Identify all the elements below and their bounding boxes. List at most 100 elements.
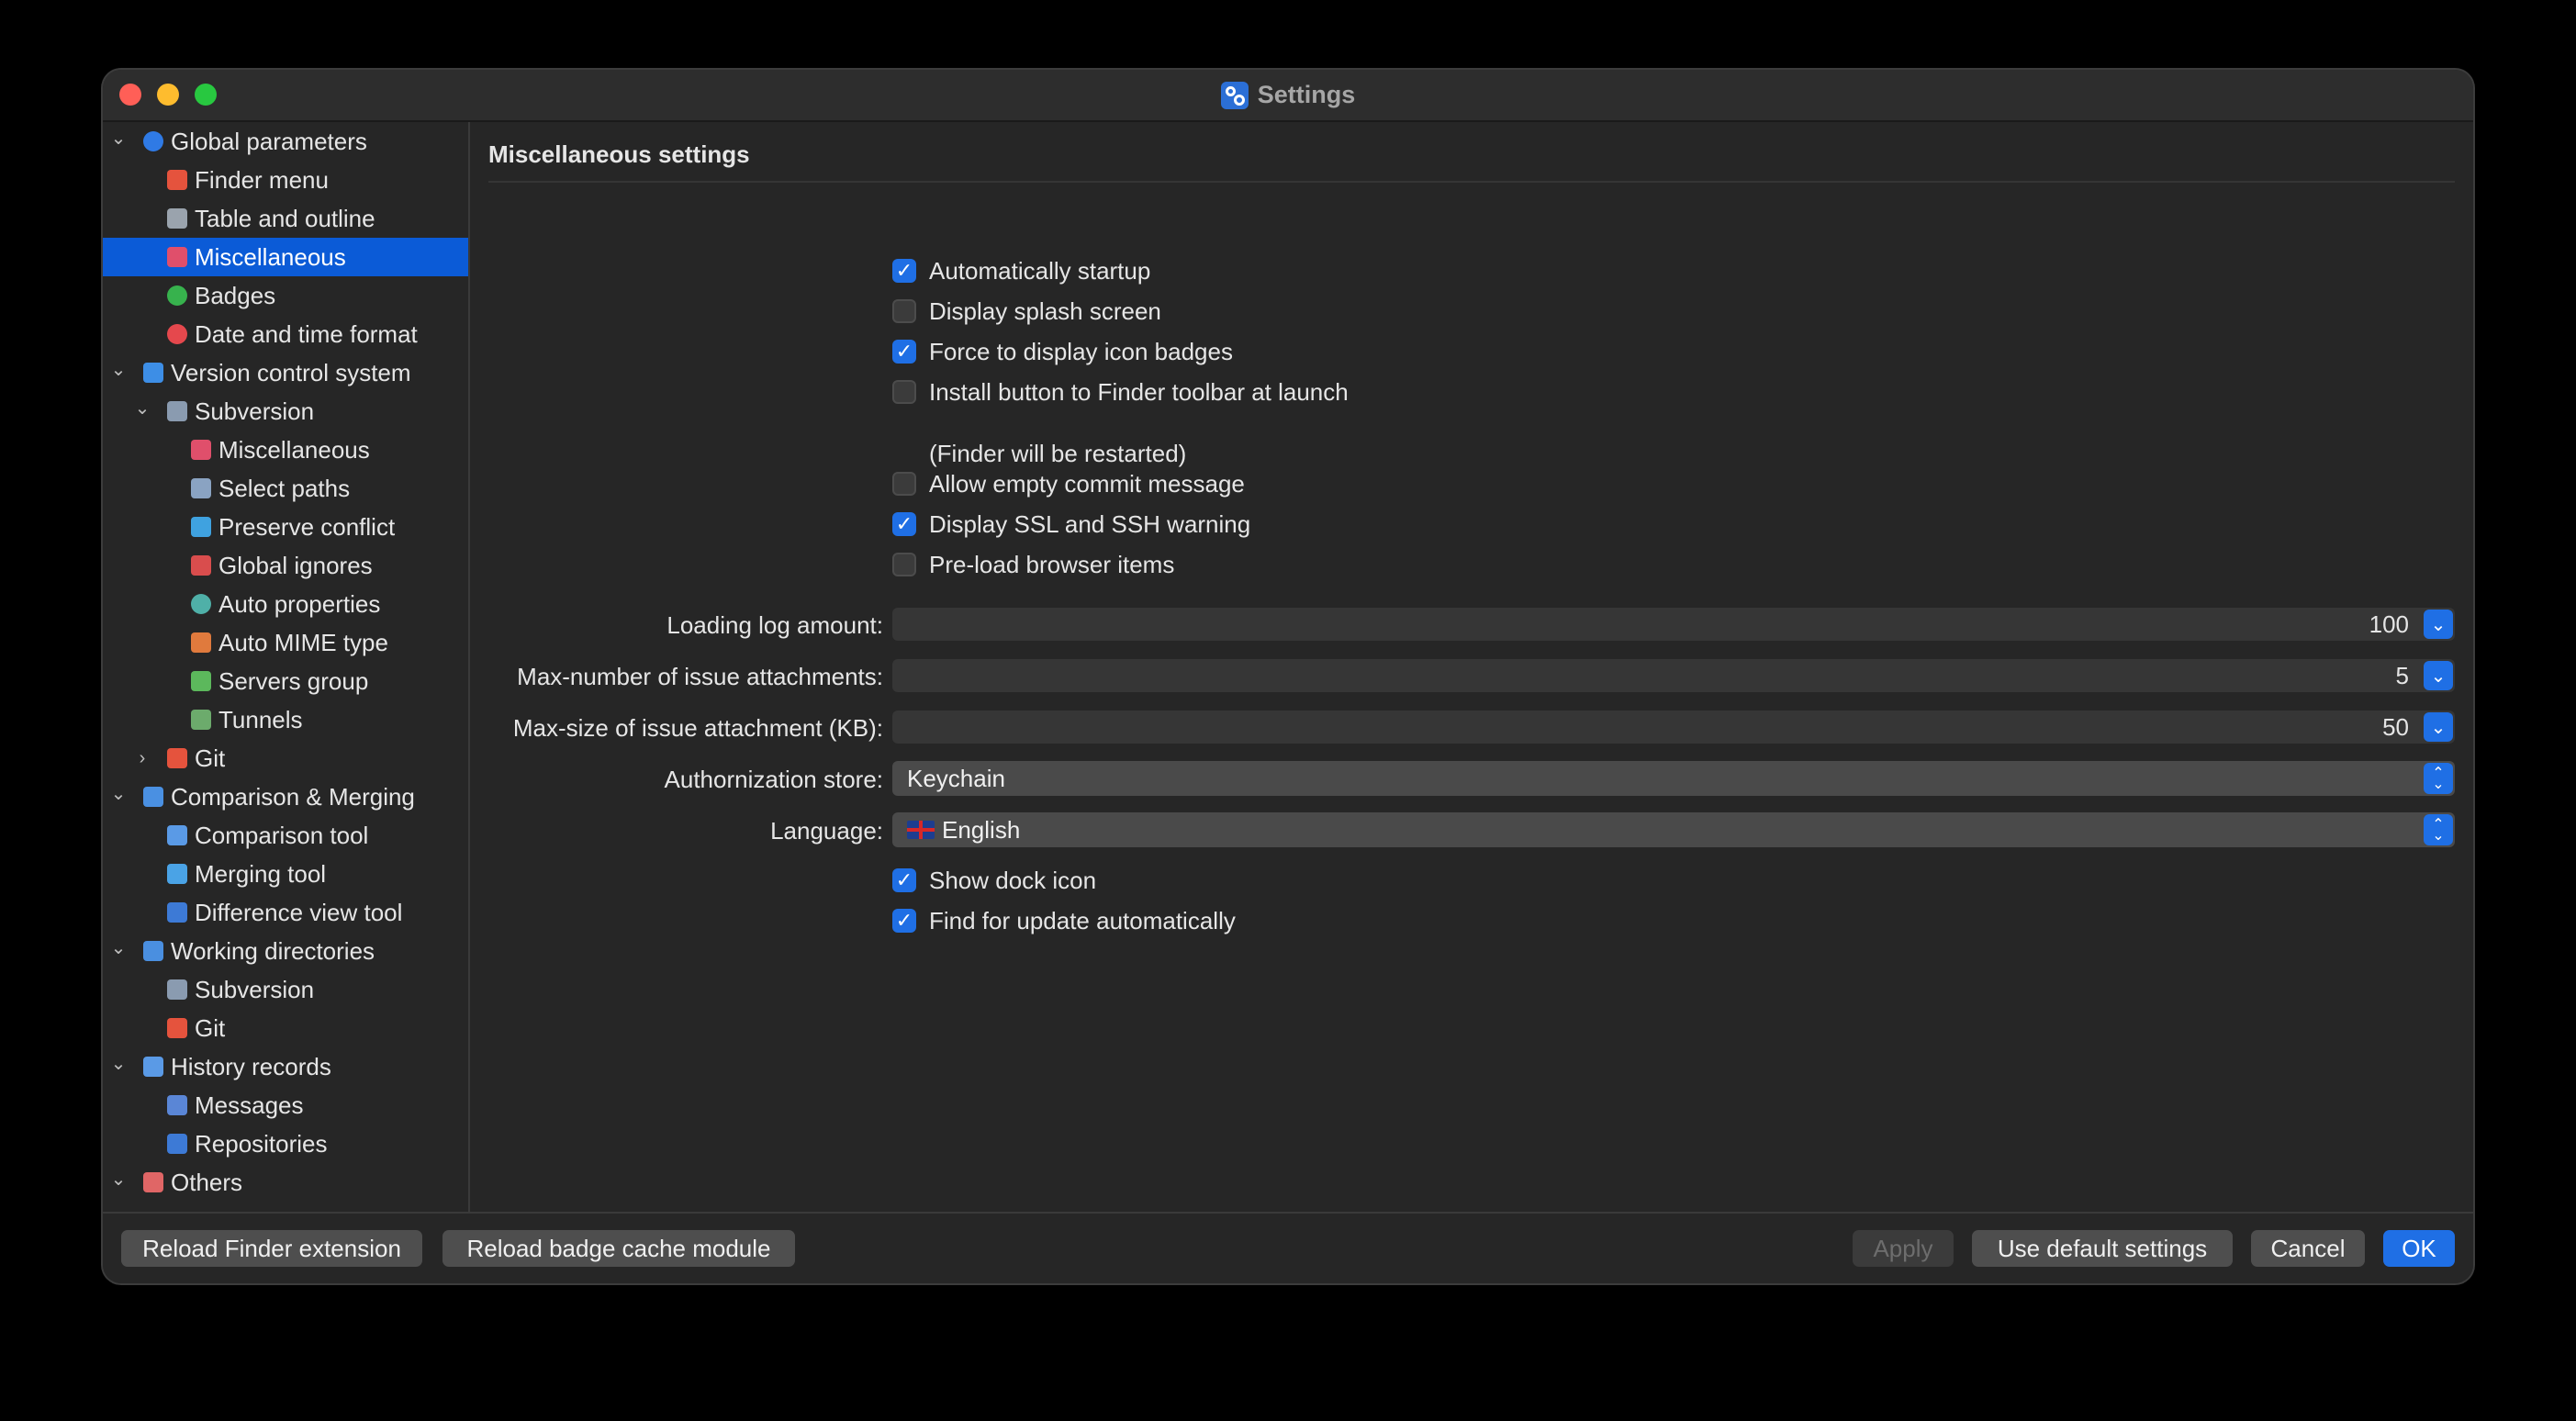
use-default-settings-button[interactable]: Use default settings — [1972, 1230, 2233, 1267]
chevron-down-icon[interactable]: ⌄ — [108, 1169, 129, 1190]
sidebar-item[interactable]: Table and outline — [103, 199, 468, 238]
show-dock-icon-checkbox[interactable] — [892, 868, 916, 892]
preload-browser-items-checkbox[interactable] — [892, 553, 916, 576]
allow-empty-commit-checkbox[interactable] — [892, 472, 916, 496]
allow-empty-commit-checkbox-row[interactable]: Allow empty commit message — [892, 465, 1245, 502]
cancel-button[interactable]: Cancel — [2251, 1230, 2365, 1267]
chevron-down-icon[interactable]: ⌄ — [108, 937, 129, 958]
loading-log-amount-field[interactable]: 100 ⌄ — [892, 608, 2455, 641]
ok-button[interactable]: OK — [2383, 1230, 2455, 1267]
chevron-down-icon[interactable]: ⌄ — [108, 1053, 129, 1074]
sidebar-item-label: Git — [195, 1013, 226, 1042]
authorization-store-value: Keychain — [907, 764, 1005, 792]
sidebar-item[interactable]: Difference view tool — [103, 893, 468, 932]
sidebar-item[interactable]: ⌄ Working directories — [103, 932, 468, 970]
show-dock-icon-checkbox-row[interactable]: Show dock icon — [892, 862, 1096, 899]
sidebar-item[interactable]: Date and time format — [103, 315, 468, 353]
sidebar-item-label: Subversion — [195, 397, 315, 425]
sidebar-item-label: Version control system — [171, 358, 411, 386]
force-icon-badges-checkbox-row[interactable]: Force to display icon badges — [892, 333, 1233, 370]
chevron-right-icon[interactable]: › — [132, 748, 152, 768]
sidebar-item[interactable]: Servers group — [103, 662, 468, 700]
sidebar-item[interactable]: ⌄ Others — [103, 1163, 468, 1202]
chevron-down-icon[interactable]: ⌄ — [108, 359, 129, 380]
sidebar-item[interactable]: Finder menu — [103, 161, 468, 199]
zoom-window-button[interactable] — [195, 84, 217, 106]
sidebar-item-label: Others — [171, 1168, 243, 1196]
sidebar-item[interactable]: Global ignores — [103, 546, 468, 585]
window-title-group: Settings — [1220, 81, 1355, 109]
sidebar-item[interactable]: Preserve conflict — [103, 508, 468, 546]
sidebar-item[interactable]: Git — [103, 1009, 468, 1047]
apply-button[interactable]: Apply — [1853, 1230, 1954, 1267]
sidebar-item-label: Select paths — [218, 474, 351, 502]
vcs-icon — [143, 363, 163, 383]
max-attachment-size-field[interactable]: 50 ⌄ — [892, 710, 2455, 744]
display-splash-screen-checkbox[interactable] — [892, 299, 916, 323]
chevron-down-icon[interactable]: ⌄ — [108, 128, 129, 149]
language-value: English — [942, 815, 1021, 844]
settings-tree: ⌄ Global parameters Finder menu Table and o… — [103, 122, 468, 1202]
sidebar-item[interactable]: ⌄ History records — [103, 1047, 468, 1086]
auto-properties-icon — [191, 594, 211, 614]
sidebar-item[interactable]: Badges — [103, 276, 468, 315]
preserve-conflict-icon — [191, 517, 211, 537]
authorization-store-popup[interactable]: Keychain ⌃ ⌄ — [892, 761, 2455, 796]
misc-icon — [167, 247, 187, 267]
display-splash-screen-checkbox-row[interactable]: Display splash screen — [892, 293, 1161, 330]
force-icon-badges-label: Force to display icon badges — [929, 337, 1233, 365]
sidebar-item[interactable]: ⌄ Global parameters — [103, 122, 468, 161]
sidebar-item-label: Global parameters — [171, 127, 367, 155]
reload-finder-extension-button[interactable]: Reload Finder extension — [121, 1230, 422, 1267]
max-attachment-size-value: 50 — [2382, 712, 2409, 741]
auto-update-checkbox-row[interactable]: Find for update automatically — [892, 902, 1236, 939]
sidebar-item[interactable]: Auto properties — [103, 585, 468, 623]
sidebar-item[interactable]: Select paths — [103, 469, 468, 508]
preload-browser-items-checkbox-row[interactable]: Pre-load browser items — [892, 546, 1174, 583]
ssl-ssh-warning-label: Display SSL and SSH warning — [929, 509, 1251, 538]
comparison-icon — [143, 787, 163, 807]
sidebar-item[interactable]: Subversion — [103, 970, 468, 1009]
sidebar-item[interactable]: ⌄ Subversion — [103, 392, 468, 431]
sidebar-item[interactable]: ⌄ Comparison & Merging — [103, 778, 468, 816]
install-finder-button-checkbox[interactable] — [892, 380, 916, 404]
max-issue-attachments-chevron-down-icon[interactable]: ⌄ — [2424, 661, 2453, 690]
install-finder-button-label: Install button to Finder toolbar at laun… — [929, 377, 1349, 406]
sidebar-item[interactable]: Merging tool — [103, 855, 468, 893]
ssl-ssh-warning-checkbox-row[interactable]: Display SSL and SSH warning — [892, 506, 1250, 543]
install-finder-button-checkbox-row[interactable]: Install button to Finder toolbar at laun… — [892, 374, 1349, 410]
chevron-down-icon[interactable]: ⌄ — [108, 783, 129, 804]
max-issue-attachments-field[interactable]: 5 ⌄ — [892, 659, 2455, 692]
sidebar-item[interactable]: Tunnels — [103, 700, 468, 739]
reload-badge-cache-button[interactable]: Reload badge cache module — [442, 1230, 795, 1267]
git-icon — [167, 1018, 187, 1038]
globe-icon — [143, 131, 163, 151]
sidebar-item[interactable]: Miscellaneous — [103, 238, 468, 276]
sidebar-item[interactable]: Messages — [103, 1086, 468, 1124]
section-title: Miscellaneous settings — [488, 140, 750, 168]
sidebar-item[interactable]: › Git — [103, 739, 468, 778]
language-updown-icon[interactable]: ⌃ ⌄ — [2424, 814, 2453, 845]
settings-app-icon — [1220, 81, 1249, 109]
sidebar-item-label: Preserve conflict — [218, 512, 396, 541]
subversion-icon — [167, 979, 187, 1000]
sidebar-item[interactable]: Auto MIME type — [103, 623, 468, 662]
sidebar-item[interactable]: Repositories — [103, 1124, 468, 1163]
sidebar-item[interactable]: Miscellaneous — [103, 431, 468, 469]
authorization-store-updown-icon[interactable]: ⌃ ⌄ — [2424, 763, 2453, 794]
language-popup[interactable]: English ⌃ ⌄ — [892, 812, 2455, 847]
sidebar-item[interactable]: ⌄ Version control system — [103, 353, 468, 392]
sidebar-item[interactable]: Comparison tool — [103, 816, 468, 855]
automatically-startup-checkbox-row[interactable]: Automatically startup — [892, 252, 1150, 289]
close-window-button[interactable] — [119, 84, 141, 106]
force-icon-badges-checkbox[interactable] — [892, 340, 916, 364]
chevron-down-icon[interactable]: ⌄ — [132, 397, 152, 419]
loading-log-amount-label: Loading log amount: — [666, 611, 883, 639]
auto-update-checkbox[interactable] — [892, 909, 916, 933]
max-attachment-size-chevron-down-icon[interactable]: ⌄ — [2424, 712, 2453, 742]
ssl-ssh-warning-checkbox[interactable] — [892, 512, 916, 536]
loading-log-amount-chevron-down-icon[interactable]: ⌄ — [2424, 610, 2453, 639]
automatically-startup-checkbox[interactable] — [892, 259, 916, 283]
display-splash-screen-label: Display splash screen — [929, 297, 1161, 325]
minimize-window-button[interactable] — [157, 84, 179, 106]
